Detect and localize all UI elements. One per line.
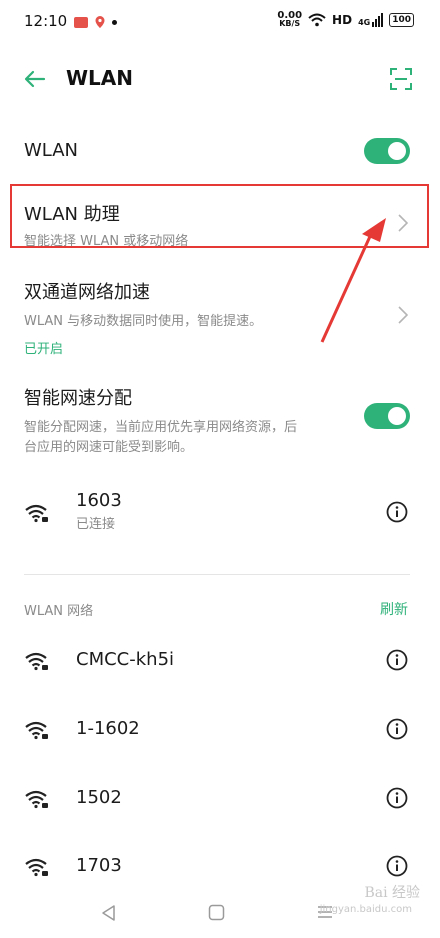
- signal-icon: 4G: [358, 13, 384, 27]
- wifi-locked-icon: [25, 858, 48, 877]
- divider: [24, 574, 410, 575]
- dual-channel-row[interactable]: 双通道网络加速 WLAN 与移动数据同时使用，智能提速。 已开启: [24, 278, 404, 357]
- status-icons: 0.00 KB/S HD 4G 100: [277, 11, 414, 28]
- refresh-button[interactable]: 刷新: [380, 599, 408, 619]
- wifi-locked-icon: [25, 790, 48, 809]
- wifi-locked-icon: [25, 721, 48, 740]
- dot-icon: [112, 19, 117, 25]
- smart-speed-toggle-switch[interactable]: [364, 403, 410, 429]
- baidu-watermark: Bai 经验: [364, 885, 420, 901]
- network-item-name[interactable]: 1-1602: [76, 718, 140, 739]
- info-icon[interactable]: [386, 718, 408, 740]
- wifi-locked-icon: [25, 504, 48, 523]
- smart-speed-title: 智能网速分配: [24, 388, 132, 409]
- battery-icon: 100: [389, 13, 414, 27]
- wifi-locked-icon: [25, 652, 48, 671]
- scan-qr-icon[interactable]: [390, 68, 412, 90]
- connected-network-row[interactable]: 1603 已连接: [76, 490, 122, 535]
- connected-network-status: 已连接: [76, 517, 116, 532]
- wifi-status-icon: [308, 13, 326, 27]
- home-nav-icon[interactable]: [208, 904, 225, 921]
- network-item-name[interactable]: 1703: [76, 855, 122, 876]
- dual-channel-status: 已开启: [24, 342, 64, 357]
- page-title: WLAN: [66, 66, 134, 90]
- back-nav-icon[interactable]: [100, 904, 118, 922]
- baidu-watermark-url: jingyan.baidu.com: [319, 904, 412, 915]
- chevron-right-icon: [398, 214, 408, 232]
- smart-speed-subtitle-1: 智能分配网速，当前应用优先享用网络资源，后: [24, 420, 298, 435]
- signal-type: 4G: [358, 18, 371, 27]
- back-arrow-icon[interactable]: [22, 66, 48, 92]
- hd-label: HD: [332, 13, 353, 27]
- status-time: 12:10: [24, 12, 68, 30]
- info-icon[interactable]: [386, 787, 408, 809]
- dual-channel-subtitle: WLAN 与移动数据同时使用，智能提速。: [24, 314, 263, 329]
- wlan-toggle-switch[interactable]: [364, 138, 410, 164]
- connected-network-name: 1603: [76, 490, 122, 511]
- location-pin-icon: [95, 16, 105, 28]
- chevron-right-icon: [398, 306, 408, 324]
- net-speed: 0.00 KB/S: [277, 11, 302, 28]
- news-app-icon: [74, 16, 88, 28]
- wlan-toggle-label: WLAN: [24, 140, 79, 161]
- network-item-name[interactable]: 1502: [76, 787, 122, 808]
- info-icon[interactable]: [386, 501, 408, 523]
- info-icon[interactable]: [386, 855, 408, 877]
- info-icon[interactable]: [386, 649, 408, 671]
- net-speed-unit: KB/S: [279, 19, 301, 28]
- network-item-name[interactable]: CMCC-kh5i: [76, 649, 174, 670]
- wlan-networks-section-title: WLAN 网络: [24, 604, 94, 619]
- dual-channel-title: 双通道网络加速: [24, 282, 150, 303]
- notification-icons: [74, 15, 117, 29]
- smart-speed-subtitle-2: 台应用的网速可能受到影响。: [24, 440, 194, 455]
- smart-speed-row: 智能网速分配 智能分配网速，当前应用优先享用网络资源，后 台应用的网速可能受到影…: [24, 384, 344, 458]
